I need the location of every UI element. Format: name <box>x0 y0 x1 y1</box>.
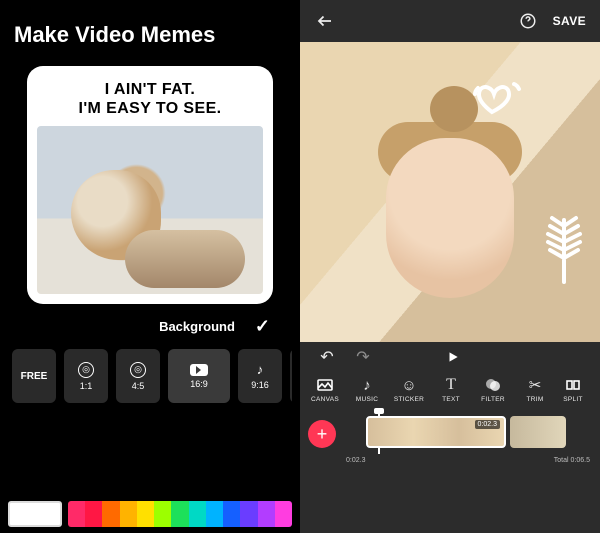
color-swatch[interactable] <box>68 501 85 527</box>
undo-icon[interactable]: ↶ <box>316 346 338 368</box>
preview-graphic <box>386 138 514 298</box>
color-swatch-strip[interactable] <box>68 501 292 527</box>
aspect-ratio-row[interactable]: FREE ◎ 1:1 ◎ 4:5 16:9 ♪ 9:16 3:4 <box>8 349 292 413</box>
tool-label: STICKER <box>394 396 424 403</box>
ratio-1-1[interactable]: ◎ 1:1 <box>64 349 108 403</box>
clip-selected[interactable]: 0:02.3 <box>366 416 506 448</box>
canvas-icon <box>316 376 334 394</box>
color-swatch[interactable] <box>240 501 257 527</box>
color-swatch[interactable] <box>258 501 275 527</box>
instagram-icon: ◎ <box>130 362 146 378</box>
video-preview[interactable] <box>300 42 600 342</box>
play-icon[interactable] <box>442 346 464 368</box>
trim-icon: ✂ <box>526 376 544 394</box>
filter-icon <box>484 376 502 394</box>
meme-caption-line-2: I'M EASY TO SEE. <box>79 100 222 117</box>
heart-doodle-icon <box>470 76 530 128</box>
memes-screen: Make Video Memes I AIN'T FAT. I'M EASY T… <box>0 0 300 533</box>
color-swatch[interactable] <box>171 501 188 527</box>
music-icon: ♪ <box>358 376 376 394</box>
clip[interactable] <box>510 416 566 448</box>
ratio-9-16[interactable]: ♪ 9:16 <box>238 349 282 403</box>
tool-label: MUSIC <box>356 396 378 403</box>
color-swatch[interactable] <box>223 501 240 527</box>
ratio-label: 1:1 <box>80 381 93 391</box>
tool-label: CANVAS <box>311 396 339 403</box>
color-swatch[interactable] <box>120 501 137 527</box>
meme-caption: I AIN'T FAT. I'M EASY TO SEE. <box>37 80 263 118</box>
tool-music[interactable]: ♪ MUSIC <box>348 376 386 403</box>
background-row: Background ✓ <box>8 304 292 345</box>
add-clip-button[interactable]: + <box>308 420 336 448</box>
sticker-icon: ☺ <box>400 376 418 394</box>
split-icon <box>564 376 582 394</box>
ratio-label: 4:5 <box>132 381 145 391</box>
clip-duration: 0:02.3 <box>475 420 500 429</box>
top-bar: SAVE <box>300 0 600 42</box>
timeline[interactable]: + 0:02.3 <box>300 405 600 457</box>
page-title: Make Video Memes <box>14 22 286 48</box>
ratio-4-5[interactable]: ◎ 4:5 <box>116 349 160 403</box>
color-swatch[interactable] <box>206 501 223 527</box>
timeline-position: 0:02.3 <box>346 457 365 464</box>
instagram-icon: ◎ <box>78 362 94 378</box>
color-palette <box>8 501 292 527</box>
help-icon[interactable] <box>517 10 539 32</box>
color-swatch[interactable] <box>154 501 171 527</box>
tool-text[interactable]: T TEXT <box>432 376 470 403</box>
sparkle-doodle-icon <box>536 202 592 292</box>
confirm-icon[interactable]: ✓ <box>255 316 270 337</box>
timeline-track[interactable]: 0:02.3 <box>342 414 596 454</box>
ratio-3-4[interactable]: 3:4 <box>290 349 292 403</box>
tool-label: TEXT <box>442 396 460 403</box>
editor-screen: SAVE ↶ ↷ CANVAS ♪ MUSIC ☺ STICKER T TEXT <box>300 0 600 533</box>
meme-caption-line-1: I AIN'T FAT. <box>105 81 195 98</box>
redo-icon[interactable]: ↷ <box>352 346 374 368</box>
ratio-label: 9:16 <box>251 380 269 390</box>
back-icon[interactable] <box>314 10 336 32</box>
color-swatch[interactable] <box>275 501 292 527</box>
ratio-free[interactable]: FREE <box>12 349 56 403</box>
tool-bar: CANVAS ♪ MUSIC ☺ STICKER T TEXT FILTER ✂… <box>300 372 600 405</box>
color-swatch-white[interactable] <box>8 501 62 527</box>
color-swatch[interactable] <box>102 501 119 527</box>
save-button[interactable]: SAVE <box>553 14 586 28</box>
tool-filter[interactable]: FILTER <box>474 376 512 403</box>
background-label: Background <box>159 319 235 334</box>
color-swatch[interactable] <box>189 501 206 527</box>
color-swatch[interactable] <box>137 501 154 527</box>
text-icon: T <box>442 376 460 394</box>
tool-label: TRIM <box>526 396 543 403</box>
timeline-footer: 0:02.3 Total 0:06.5 <box>300 457 600 469</box>
youtube-icon <box>190 364 208 376</box>
tool-canvas[interactable]: CANVAS <box>306 376 344 403</box>
tool-label: FILTER <box>481 396 505 403</box>
ratio-16-9[interactable]: 16:9 <box>168 349 230 403</box>
meme-preview-card[interactable]: I AIN'T FAT. I'M EASY TO SEE. <box>27 66 273 304</box>
timeline-total: Total 0:06.5 <box>554 457 590 464</box>
color-swatch[interactable] <box>85 501 102 527</box>
tool-trim[interactable]: ✂ TRIM <box>516 376 554 403</box>
ratio-label: 16:9 <box>190 379 208 389</box>
playback-row: ↶ ↷ <box>300 342 600 372</box>
tool-sticker[interactable]: ☺ STICKER <box>390 376 428 403</box>
tool-label: SPLIT <box>563 396 583 403</box>
tool-split[interactable]: SPLIT <box>558 376 588 403</box>
tiktok-icon: ♪ <box>257 362 264 377</box>
meme-image <box>37 126 263 294</box>
